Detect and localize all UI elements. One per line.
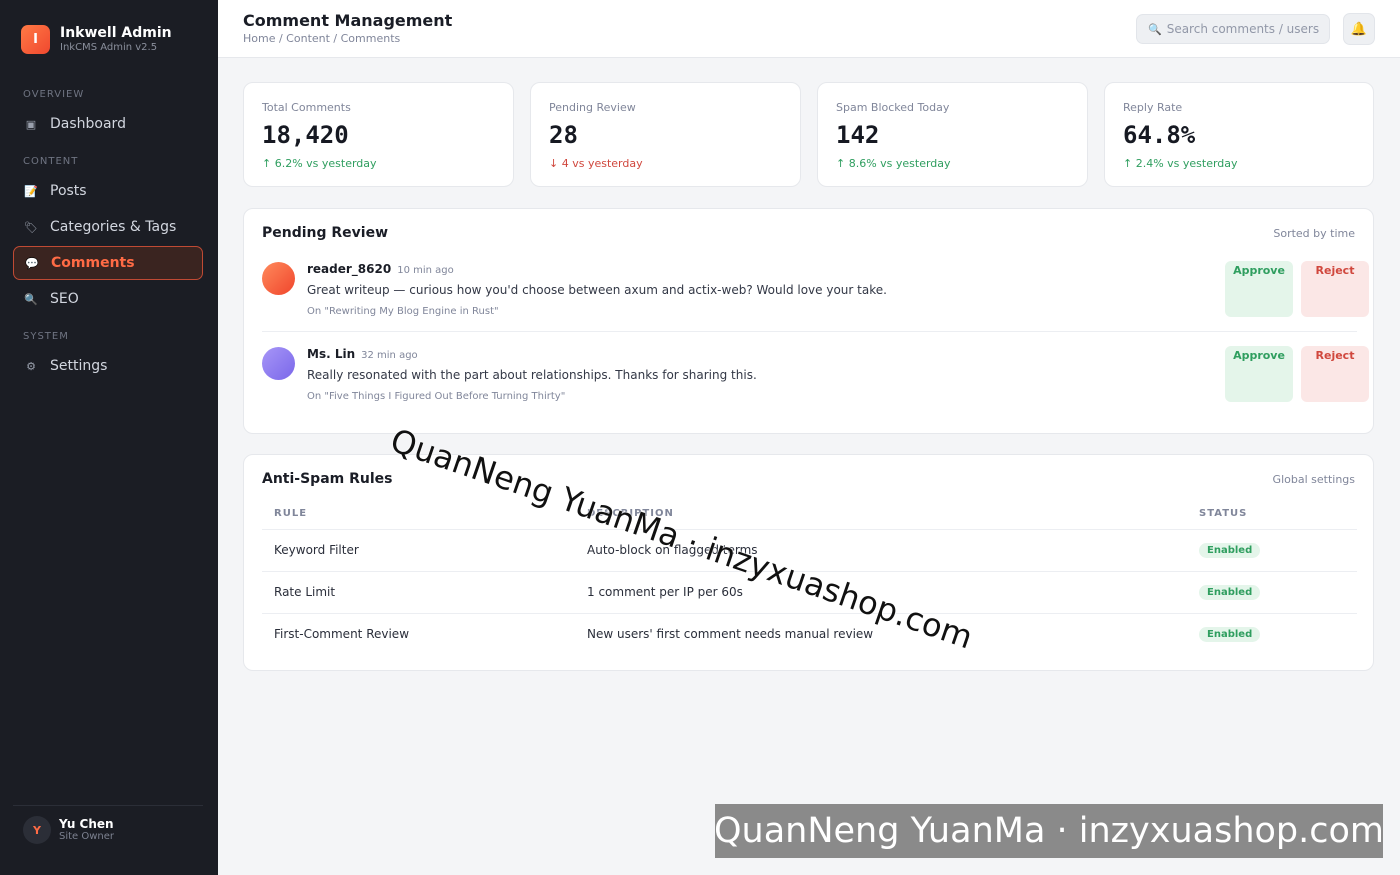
comment-post-link[interactable]: On "Rewriting My Blog Engine in Rust" [307,306,499,317]
stat-label: Spam Blocked Today [836,101,950,114]
sidebar-item-label: Dashboard [50,116,126,132]
avatar [262,262,295,295]
sidebar-item-dashboard[interactable]: ▣ Dashboard [13,107,203,141]
brand-logo: I [21,25,50,54]
comment-item: Ms. Lin 32 min ago Really resonated with … [262,339,1369,417]
comment-text: Really resonated with the part about rel… [307,368,757,382]
comment-time: 10 min ago [397,265,454,276]
sidebar-item-categories-tags[interactable]: 🏷 Categories & Tags [13,210,203,244]
bell-icon: 🔔 [1350,21,1368,37]
approve-button[interactable]: Approve [1225,346,1293,402]
sidebar-item-seo[interactable]: 🔍 SEO [13,282,203,316]
status-badge[interactable]: Enabled [1199,627,1261,643]
user-name: Yu Chen [59,816,114,831]
panel-title: Anti-Spam Rules [262,471,393,487]
column-header: STATUS [1187,499,1357,530]
rule-name: Rate Limit [262,571,575,614]
stat-card-reply-rate: Reply Rate 64.8% ↑ 2.4% vs yesterday [1104,82,1374,187]
stat-delta: ↑ 8.6% vs yesterday [836,157,951,170]
sidebar-item-label: Settings [50,358,108,374]
sidebar-item-label: SEO [50,291,79,307]
stat-value: 28 [549,121,578,149]
stat-delta: ↑ 2.4% vs yesterday [1123,157,1238,170]
reject-button[interactable]: Reject [1301,346,1369,402]
notification-bell-button[interactable]: 🔔 [1343,13,1375,45]
search-input[interactable]: 🔍 Search comments / users [1136,14,1330,44]
stat-value: 142 [836,121,880,149]
stat-card-total-comments: Total Comments 18,420 ↑ 6.2% vs yesterda… [243,82,514,187]
brand[interactable]: I Inkwell Admin InkCMS Admin v2.5 [21,25,172,54]
stat-label: Reply Rate [1123,101,1183,114]
sidebar: I Inkwell Admin InkCMS Admin v2.5 OVERVI… [0,0,218,875]
sidebar-item-label: Posts [50,183,87,199]
rule-name: First-Comment Review [274,627,410,642]
comment-item: reader_8620 10 min ago Great writeup — cu… [262,254,1369,332]
stat-label: Total Comments [262,101,351,114]
pending-review-panel: Pending Review Sorted by time reader_862… [243,208,1374,434]
comment-post-link[interactable]: On "Five Things I Figured Out Before Tur… [307,391,565,402]
avatar: Y [23,816,51,844]
table-row: First-Comment Review New users' first co… [262,613,1357,655]
brand-name: Inkwell Admin [60,25,172,41]
sidebar-item-settings[interactable]: ⚙ Settings [13,349,203,383]
global-settings-link[interactable]: Global settings [1273,473,1355,486]
reject-button[interactable]: Reject [1301,261,1369,317]
stat-delta: ↓ 4 vs yesterday [549,157,643,170]
top-header: Comment Management Home / Content / Comm… [218,0,1400,58]
sidebar-item-label: Comments [51,255,135,271]
stat-card-spam-blocked: Spam Blocked Today 142 ↑ 8.6% vs yesterd… [817,82,1088,187]
nav-section-overview: OVERVIEW [23,89,85,100]
stat-card-pending-review: Pending Review 28 ↓ 4 vs yesterday [530,82,801,187]
comment-text: Great writeup — curious how you'd choose… [307,283,887,297]
page-title: Comment Management [243,11,453,30]
panel-title: Pending Review [262,225,389,241]
status-badge[interactable]: Enabled [1199,543,1261,558]
rule-name: Keyword Filter [262,529,575,572]
comment-time: 32 min ago [361,350,418,361]
status-badge[interactable]: Enabled [1199,585,1261,600]
stat-delta: ↑ 6.2% vs yesterday [262,157,377,170]
user-role: Site Owner [59,830,115,842]
dashboard-icon: ▣ [25,117,37,131]
nav-section-content: CONTENT [23,156,79,167]
panel-sort-label: Sorted by time [1273,227,1355,240]
memo-icon: 📝 [24,184,38,198]
stat-value: 64.8% [1123,121,1196,149]
breadcrumb: Home / Content / Comments [243,32,401,45]
search-icon: 🔍 [1148,22,1162,36]
approve-button[interactable]: Approve [1225,261,1293,317]
watermark-banner: QuanNeng YuanMa · inzyxuashop.com [714,804,1384,858]
stat-value: 18,420 [262,121,349,149]
stat-label: Pending Review [549,101,636,114]
comment-author: reader_8620 10 min ago [307,262,454,276]
sidebar-item-label: Categories & Tags [50,219,177,235]
tag-icon: 🏷 [24,220,38,234]
gear-icon: ⚙ [26,359,36,373]
search-placeholder: Search comments / users [1166,22,1320,36]
magnifier-icon: 🔍 [24,292,38,306]
user-profile[interactable]: Y Yu Chen Site Owner [13,805,203,844]
speech-bubble-icon: 💬 [25,256,39,270]
nav-section-system: SYSTEM [23,331,69,342]
avatar [262,347,295,380]
comment-author: Ms. Lin 32 min ago [307,347,418,361]
sidebar-item-posts[interactable]: 📝 Posts [13,174,203,208]
brand-version: InkCMS Admin v2.5 [60,42,158,53]
sidebar-item-comments[interactable]: 💬 Comments [13,246,203,280]
